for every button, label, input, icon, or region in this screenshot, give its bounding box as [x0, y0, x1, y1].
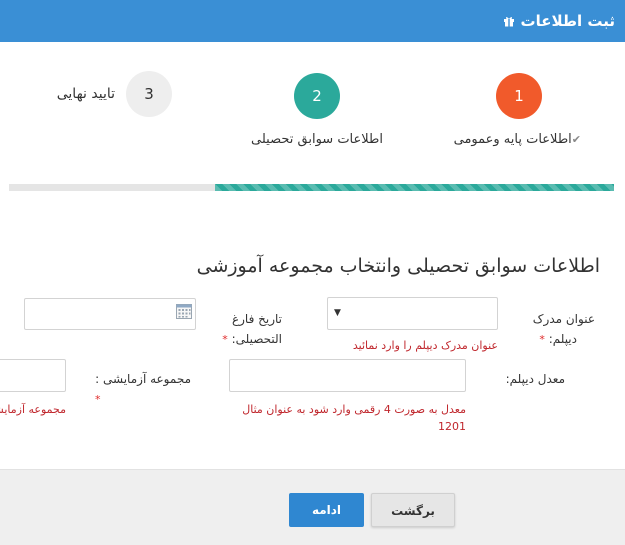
check-icon: ✔ [571, 133, 581, 146]
graduation-date-label: تاریخ فارغ التحصیلی: * [222, 309, 282, 350]
graduation-date-label-line2: التحصیلی: [231, 332, 282, 346]
diploma-title-label-line2: دیپلم: [548, 332, 577, 346]
graduation-date-label-line1: تاریخ فارغ [231, 312, 282, 326]
step-3-circle[interactable]: 3 [126, 71, 172, 117]
step-2-number: 2 [312, 87, 322, 105]
test-group-label: مجموعه آزمایشی : [95, 372, 191, 386]
diploma-title-select[interactable]: ▼ [327, 297, 498, 330]
diploma-gpa-error-line2: 1201 [438, 420, 466, 433]
step-1-label-text: اطلاعات پایه وعمومی [453, 132, 572, 147]
form-footer: برگشت ادامه [0, 469, 625, 545]
step-2-label[interactable]: اطلاعات سوابق تحصیلی [251, 132, 383, 147]
diploma-title-error: عنوان مدرک دیپلم را وارد نمائید [352, 339, 498, 352]
test-group-error: مجموعه آزمایشی [0, 403, 66, 416]
test-group-select[interactable] [0, 359, 66, 392]
continue-button[interactable]: ادامه [289, 493, 364, 527]
step-1-number: 1 [514, 87, 524, 105]
chevron-down-icon: ▼ [334, 308, 341, 318]
diploma-gpa-error-line1: معدل به صورت 4 رقمی وارد شود به عنوان مث… [242, 403, 466, 416]
step-1-circle[interactable]: 1 [496, 73, 542, 119]
diploma-gpa-label: معدل دیپلم: [505, 372, 565, 386]
header-title: ثبت اطلاعات [503, 0, 615, 42]
wizard-progress-bar [9, 184, 614, 191]
header-title-text: ثبت اطلاعات [520, 12, 615, 30]
step-1-label[interactable]: ✔اطلاعات پایه وعمومی [454, 132, 581, 147]
section-title: اطلاعات سوابق تحصیلی وانتخاب مجموعه آموز… [196, 255, 600, 277]
required-marker: * [95, 393, 101, 406]
wizard-progress-fill [214, 184, 614, 191]
step-3-number: 3 [144, 85, 154, 103]
step-3-label[interactable]: تایید نهایی [57, 86, 115, 102]
required-marker: * [539, 333, 545, 346]
graduation-date-input[interactable] [24, 298, 196, 330]
required-marker: * [222, 333, 228, 346]
back-button[interactable]: برگشت [371, 493, 455, 527]
step-2-circle[interactable]: 2 [294, 73, 340, 119]
page-header: ثبت اطلاعات [0, 0, 625, 42]
diploma-gpa-error: معدل به صورت 4 رقمی وارد شود به عنوان مث… [242, 401, 466, 435]
gift-icon [503, 17, 514, 27]
calendar-icon[interactable] [176, 303, 192, 319]
diploma-gpa-input[interactable] [229, 359, 466, 392]
diploma-title-label-line1: عنوان مدرک [532, 312, 595, 326]
diploma-title-label: عنوان مدرک دیپلم: * [533, 309, 595, 350]
